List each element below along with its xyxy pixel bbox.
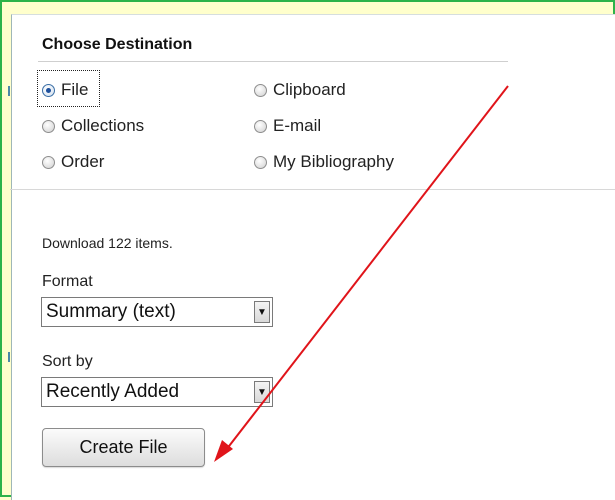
radio-unselected-icon: [42, 155, 55, 169]
chevron-down-icon[interactable]: ▼: [254, 381, 270, 403]
sort-select-value: Recently Added: [46, 381, 180, 402]
panel-title: Choose Destination: [42, 36, 193, 53]
radio-selected-icon: [42, 83, 55, 97]
format-label: Format: [42, 273, 93, 290]
radio-file[interactable]: File: [42, 80, 88, 100]
radio-email-label: E-mail: [273, 116, 322, 135]
left-edge-marker: [8, 86, 10, 96]
radio-email[interactable]: E-mail: [254, 116, 321, 136]
section-divider: [10, 189, 615, 190]
create-file-button[interactable]: Create File: [42, 428, 205, 467]
radio-order-label: Order: [61, 152, 105, 171]
download-count-text: Download 122 items.: [42, 235, 173, 251]
radio-clipboard[interactable]: Clipboard: [254, 80, 346, 100]
radio-unselected-icon: [254, 83, 267, 97]
radio-my-bibliography[interactable]: My Bibliography: [254, 152, 394, 172]
radio-order[interactable]: Order: [42, 152, 104, 172]
format-select[interactable]: Summary (text) ▼: [41, 297, 273, 327]
radio-unselected-icon: [254, 155, 267, 169]
radio-collections-label: Collections: [61, 116, 145, 135]
radio-collections[interactable]: Collections: [42, 116, 144, 136]
radio-unselected-icon: [42, 119, 55, 133]
sort-select[interactable]: Recently Added ▼: [41, 377, 273, 407]
radio-clipboard-label: Clipboard: [273, 80, 346, 99]
chevron-down-icon[interactable]: ▼: [254, 301, 270, 323]
format-select-value: Summary (text): [46, 301, 176, 322]
radio-unselected-icon: [254, 119, 267, 133]
title-divider: [38, 61, 508, 62]
sort-label: Sort by: [42, 353, 93, 370]
left-edge-marker: [8, 352, 10, 362]
radio-my-bibliography-label: My Bibliography: [273, 152, 394, 171]
radio-file-label: File: [61, 80, 89, 99]
